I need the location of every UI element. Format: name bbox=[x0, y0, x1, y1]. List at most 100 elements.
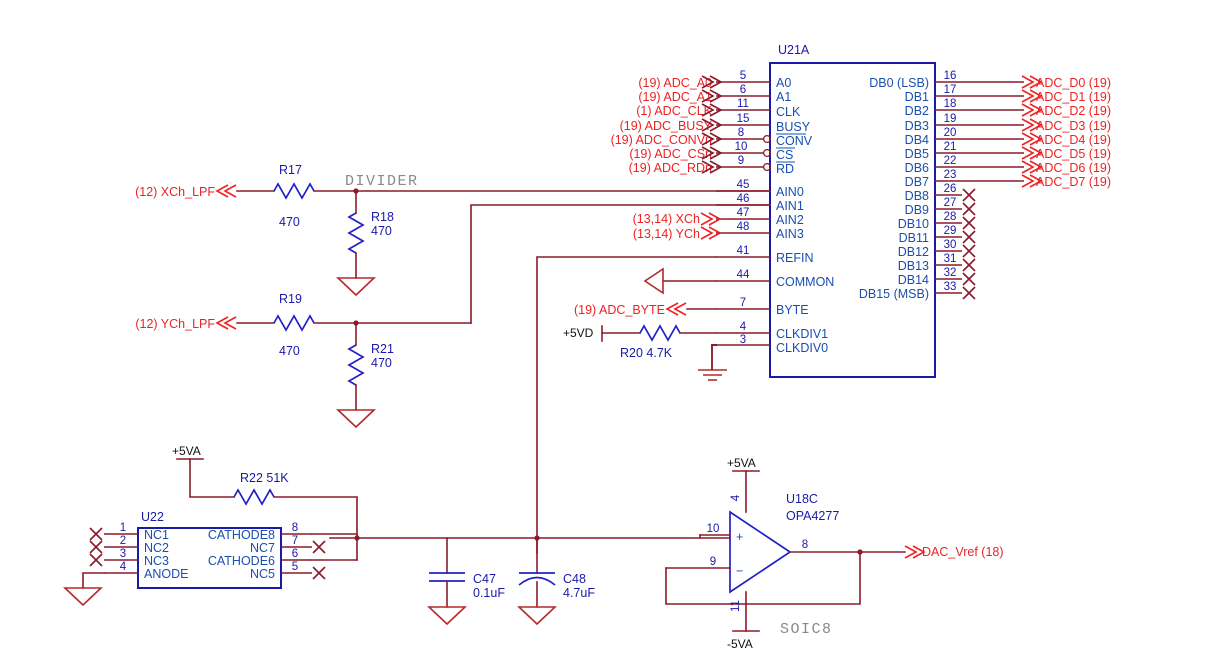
no-connect-icon bbox=[962, 244, 976, 258]
pin-name-db11: DB11 bbox=[899, 231, 929, 245]
pin-name-cathode8: CATHODE8 bbox=[208, 528, 275, 542]
pin-name-nc7: NC7 bbox=[250, 541, 275, 555]
net-label-xch: (13,14) XCh bbox=[633, 212, 700, 226]
pin-number: 18 bbox=[944, 98, 957, 110]
opamp-triangle-symbol bbox=[729, 510, 792, 594]
net-label-xch-lpf: (12) XCh_LPF bbox=[135, 185, 215, 199]
pin-name-common: COMMON bbox=[776, 275, 834, 289]
r18-value: 470 bbox=[371, 224, 392, 238]
wire-5va-to-r22 bbox=[189, 458, 235, 498]
u22-left-pins: 1 NC1 2 NC2 3 NC3 4 ANODE bbox=[62, 522, 188, 607]
pin-name-cs: CS bbox=[776, 148, 793, 162]
net-label-adc-convn: (19) ADC_CONVn bbox=[611, 133, 712, 147]
pin-number: 20 bbox=[944, 127, 957, 139]
pin-number: 47 bbox=[737, 207, 750, 219]
pin-number-opamp-vneg: 11 bbox=[730, 600, 742, 612]
net-label-adc-d3: ADC_D3 (19) bbox=[1036, 119, 1111, 133]
net-label-adc-d5: ADC_D5 (19) bbox=[1036, 147, 1111, 161]
wire-refin-to-ref-node bbox=[536, 256, 717, 554]
schematic-canvas: U21A 5 A0 6 A1 11 CLK 15 BUSY 8 CONV 10 … bbox=[62, 43, 1111, 651]
pin-number: 1 bbox=[120, 522, 126, 534]
ground-symbol-icon bbox=[426, 606, 468, 626]
pin-number: 11 bbox=[737, 98, 749, 110]
pin-number: 23 bbox=[944, 169, 957, 181]
ain-net-labels[interactable]: (13,14) XCh (13,14) YCh bbox=[633, 212, 722, 241]
pin-name-busy: BUSY bbox=[776, 120, 811, 134]
resistor-r19-symbol bbox=[273, 314, 315, 332]
resistor-r22-symbol bbox=[233, 488, 275, 506]
pin-name-nc5: NC5 bbox=[250, 567, 275, 581]
no-connect-icon bbox=[89, 527, 103, 541]
no-connect-icon bbox=[89, 553, 103, 567]
pin-number: 8 bbox=[738, 127, 744, 139]
net-adc-byte[interactable]: (19) ADC_BYTE bbox=[574, 302, 717, 317]
pin-number: 4 bbox=[740, 321, 747, 333]
opamp-minus-sign: − bbox=[736, 564, 743, 578]
u18c-package: SOIC8 bbox=[780, 621, 833, 638]
power-label-5vd: +5VD bbox=[563, 326, 594, 340]
resistor-r18-symbol bbox=[347, 212, 365, 254]
pin-number: 32 bbox=[944, 267, 957, 279]
net-label-adc-d1: ADC_D1 (19) bbox=[1036, 90, 1111, 104]
offsheet-connector-icon bbox=[215, 184, 237, 198]
net-xch-lpf[interactable]: (12) XCh_LPF bbox=[135, 184, 237, 199]
net-ych-lpf[interactable]: (12) YCh_LPF bbox=[135, 316, 237, 331]
pin-number-opamp-minus: 9 bbox=[710, 556, 716, 568]
pin-number: 26 bbox=[944, 183, 957, 195]
pin-name-db9: DB9 bbox=[905, 203, 929, 217]
pin-number: 19 bbox=[944, 113, 957, 125]
ground-symbol-icon bbox=[335, 409, 377, 429]
net-label-adc-busy: (19) ADC_BUSY bbox=[620, 119, 713, 133]
pin-name-ain3: AIN3 bbox=[776, 227, 804, 241]
u21a-left-pins: 5 A0 6 A1 11 CLK 15 BUSY 8 CONV 10 CS 9 … bbox=[716, 70, 834, 355]
pin-name-ain2: AIN2 bbox=[776, 213, 804, 227]
net-label-adc-a0: (19) ADC_A0 bbox=[638, 76, 712, 90]
power-label-5va-u22: +5VA bbox=[172, 444, 201, 458]
pin-number-opamp-plus: 10 bbox=[707, 523, 720, 535]
ground-symbol-icon bbox=[516, 606, 558, 626]
pin-number: 22 bbox=[944, 155, 957, 167]
pin-name-db6: DB6 bbox=[905, 161, 929, 175]
ground-symbol-icon bbox=[335, 277, 377, 297]
no-connect-icon bbox=[89, 540, 103, 554]
pin-name-db0: DB0 (LSB) bbox=[869, 76, 929, 90]
pin-number-opamp-vpos: 4 bbox=[730, 494, 742, 501]
pin-number: 48 bbox=[737, 221, 750, 233]
pin-number: 5 bbox=[292, 561, 298, 573]
resistor-r21-symbol bbox=[347, 344, 365, 386]
c47-refdes: C47 bbox=[473, 572, 496, 586]
u18c-refdes: U18C bbox=[786, 492, 818, 506]
no-connect-icon bbox=[962, 188, 976, 202]
no-connect-icon bbox=[962, 272, 976, 286]
pin-name-db7: DB7 bbox=[905, 175, 929, 189]
no-connect-icon bbox=[962, 216, 976, 230]
pin-number: 6 bbox=[740, 84, 746, 96]
pin-name-nc2: NC2 bbox=[144, 541, 169, 555]
pin-name-db8: DB8 bbox=[905, 189, 929, 203]
net-label-adc-d0: ADC_D0 (19) bbox=[1036, 76, 1111, 90]
r19-refdes: R19 bbox=[279, 292, 302, 306]
pin-name-db2: DB2 bbox=[905, 104, 929, 118]
r20-label: R20 4.7K bbox=[620, 346, 673, 360]
pin-number: 17 bbox=[944, 84, 957, 96]
net-label-adc-d7: ADC_D7 (19) bbox=[1036, 175, 1111, 189]
pin-number: 8 bbox=[292, 522, 298, 534]
net-label-adc-byte: (19) ADC_BYTE bbox=[574, 303, 665, 317]
u21a-left-net-labels[interactable]: (19) ADC_A0 (19) ADC_A1 (1) ADC_CLK (19)… bbox=[611, 75, 723, 175]
pin-number: 31 bbox=[944, 253, 957, 265]
no-connect-icon bbox=[312, 540, 326, 554]
net-label-adc-d6: ADC_D6 (19) bbox=[1036, 161, 1111, 175]
ground-symbol-icon bbox=[62, 587, 104, 607]
pin-name-ain1: AIN1 bbox=[776, 199, 804, 213]
common-arrow-icon bbox=[643, 267, 664, 295]
c47-value: 0.1uF bbox=[473, 586, 505, 600]
pin-number: 2 bbox=[120, 535, 126, 547]
net-label-adc-d2: ADC_D2 (19) bbox=[1036, 104, 1111, 118]
pin-number: 16 bbox=[944, 70, 957, 82]
pin-name-clkdiv0: CLKDIV0 bbox=[776, 341, 828, 355]
u22-refdes: U22 bbox=[141, 510, 164, 524]
pin-number: 28 bbox=[944, 211, 957, 223]
no-connect-icon bbox=[962, 202, 976, 216]
resistor-r20-symbol bbox=[639, 324, 681, 342]
pin-number: 33 bbox=[944, 281, 957, 293]
